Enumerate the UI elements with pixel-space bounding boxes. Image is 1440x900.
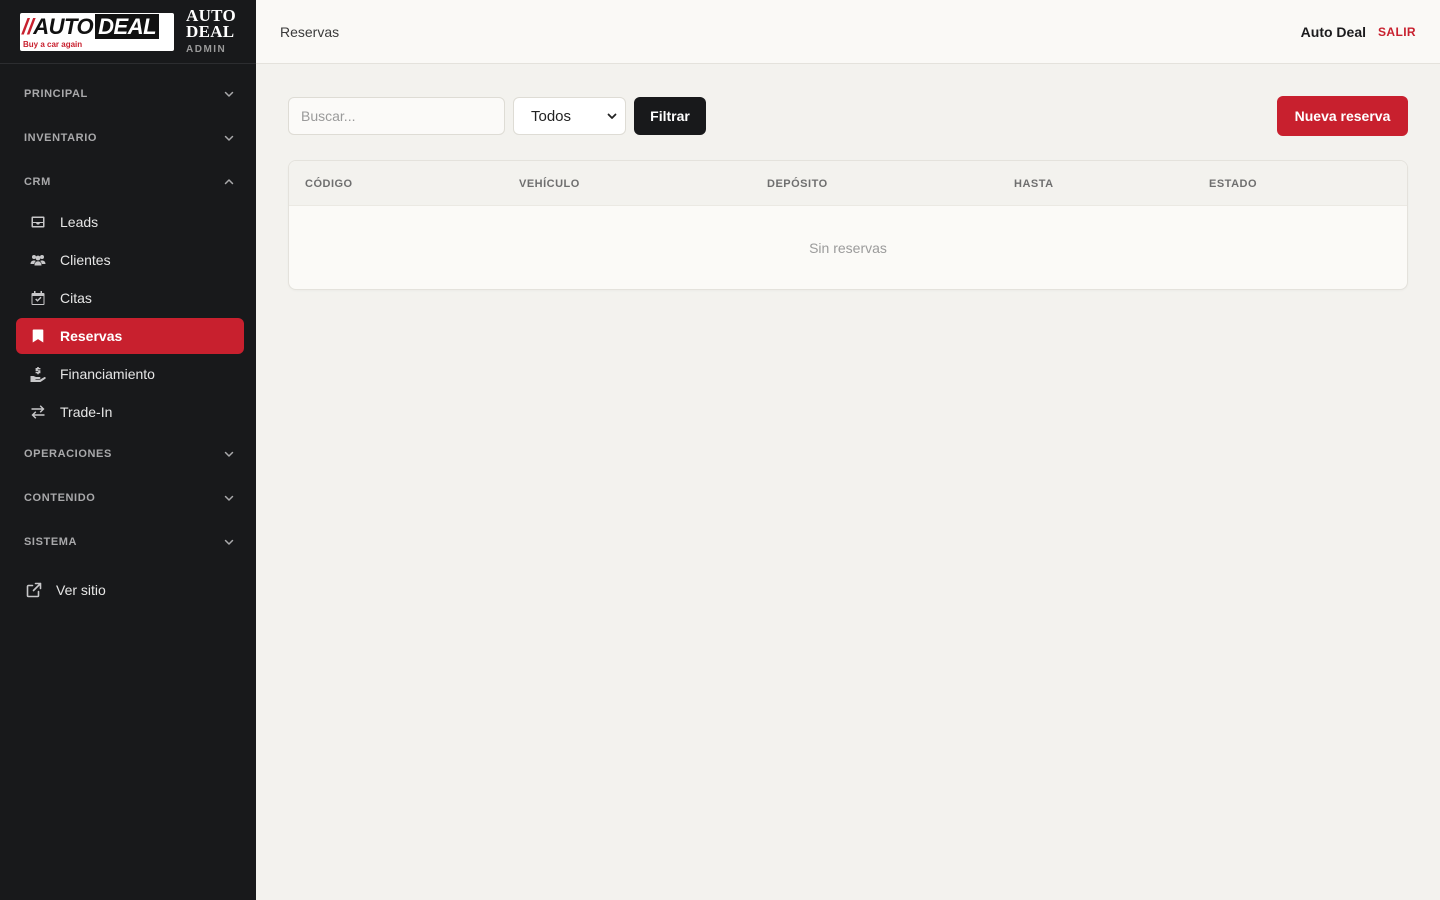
section-inventario[interactable]: INVENTARIO: [0, 116, 256, 160]
section-label: SISTEMA: [24, 536, 78, 548]
status-select[interactable]: Todos: [513, 97, 626, 135]
chevron-up-icon: [224, 177, 234, 187]
sidebar-item-trade-in[interactable]: Trade-In: [16, 394, 244, 430]
section-label: CONTENIDO: [24, 492, 96, 504]
logo-auto: AUTO: [33, 13, 94, 39]
brand-admin-label: ADMIN: [186, 44, 227, 55]
section-operaciones[interactable]: OPERACIONES: [0, 432, 256, 476]
sidebar-item-label: Financiamiento: [60, 366, 155, 382]
section-sistema[interactable]: SISTEMA: [0, 520, 256, 564]
chevron-down-icon: [224, 89, 234, 99]
section-label: CRM: [24, 176, 51, 188]
search-input[interactable]: [288, 97, 505, 135]
inbox-icon: [30, 214, 46, 230]
logo-tagline: Buy a car again: [23, 39, 83, 49]
brand-header: //AUTO DEAL Buy a car again AUTO DEAL ADM…: [0, 0, 256, 64]
exchange-arrows-icon: [30, 404, 46, 420]
sidebar-item-label: Reservas: [60, 328, 123, 344]
reservations-table: CÓDIGO VEHÍCULO DEPÓSITO HASTA ESTADO Si…: [288, 160, 1408, 290]
column-header-vehiculo[interactable]: VEHÍCULO: [519, 161, 580, 206]
table-header: CÓDIGO VEHÍCULO DEPÓSITO HASTA ESTADO: [289, 161, 1407, 206]
section-principal[interactable]: PRINCIPAL: [0, 72, 256, 116]
view-site-link[interactable]: Ver sitio: [0, 570, 256, 610]
sidebar-item-label: Citas: [60, 290, 92, 306]
chevron-down-icon: [607, 108, 617, 125]
sidebar-item-citas[interactable]: Citas: [16, 280, 244, 316]
users-icon: [30, 252, 46, 268]
column-header-codigo[interactable]: CÓDIGO: [305, 161, 353, 206]
sidebar-item-reservas[interactable]: Reservas: [16, 318, 244, 354]
column-header-hasta[interactable]: HASTA: [1014, 161, 1054, 206]
bookmark-icon: [30, 328, 46, 344]
chevron-down-icon: [224, 133, 234, 143]
logo-deal: DEAL: [95, 13, 160, 39]
sidebar: //AUTO DEAL Buy a car again AUTO DEAL ADM…: [0, 0, 256, 900]
autodeal-logo[interactable]: //AUTO DEAL Buy a car again: [20, 12, 174, 51]
calendar-check-icon: [30, 290, 46, 306]
view-site-label: Ver sitio: [56, 582, 106, 598]
logout-button[interactable]: SALIR: [1378, 25, 1416, 39]
section-crm[interactable]: CRM: [0, 160, 256, 204]
page-title: Reservas: [280, 23, 340, 40]
column-header-estado[interactable]: ESTADO: [1209, 161, 1257, 206]
chevron-down-icon: [224, 537, 234, 547]
user-area: Auto Deal SALIR: [1301, 24, 1416, 40]
brand-line-2: DEAL: [186, 22, 235, 41]
empty-state: Sin reservas: [809, 240, 887, 256]
new-reservation-button[interactable]: Nueva reserva: [1277, 96, 1408, 136]
chevron-down-icon: [224, 449, 234, 459]
filter-button[interactable]: Filtrar: [634, 97, 706, 135]
sidebar-nav: PRINCIPAL INVENTARIO CRM Leads Clientes …: [0, 64, 256, 610]
section-contenido[interactable]: CONTENIDO: [0, 476, 256, 520]
sidebar-item-financiamiento[interactable]: Financiamiento: [16, 356, 244, 392]
sidebar-item-label: Trade-In: [60, 404, 113, 420]
topbar: Reservas Auto Deal SALIR: [256, 0, 1440, 64]
sidebar-item-leads[interactable]: Leads: [16, 204, 244, 240]
section-label: OPERACIONES: [24, 448, 112, 460]
crm-items: Leads Clientes Citas Reservas Financiami…: [0, 204, 256, 430]
sidebar-item-clientes[interactable]: Clientes: [16, 242, 244, 278]
brand-text: AUTO DEAL ADMIN: [186, 7, 236, 55]
logo-slashes: //: [22, 13, 34, 39]
external-link-icon: [26, 582, 42, 598]
hand-coin-icon: [30, 366, 46, 382]
sidebar-item-label: Leads: [60, 214, 99, 230]
sidebar-item-label: Clientes: [60, 252, 111, 268]
filter-toolbar: Todos Filtrar Nueva reserva: [288, 96, 1408, 136]
column-header-deposito[interactable]: DEPÓSITO: [767, 161, 828, 206]
chevron-down-icon: [224, 493, 234, 503]
user-name: Auto Deal: [1300, 23, 1366, 40]
section-label: INVENTARIO: [24, 132, 98, 144]
status-select-value: Todos: [531, 107, 572, 125]
section-label: PRINCIPAL: [24, 88, 88, 100]
